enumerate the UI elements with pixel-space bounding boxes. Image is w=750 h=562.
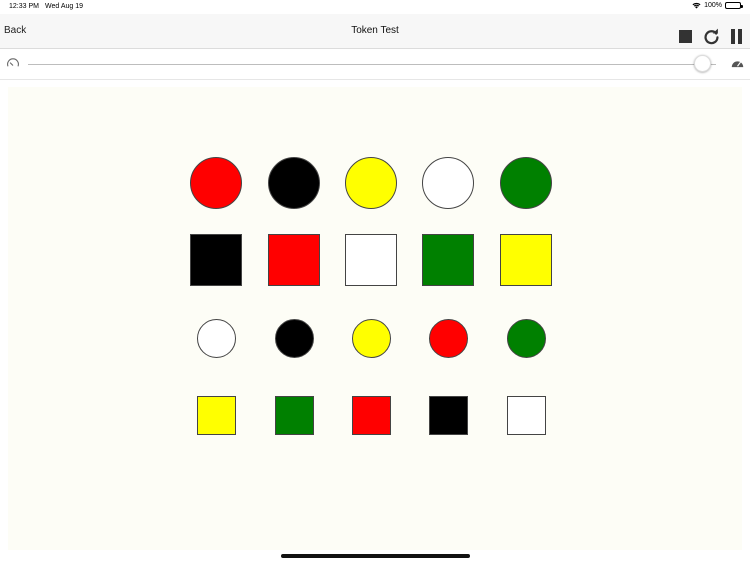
status-date: Wed Aug 19: [45, 3, 84, 10]
large-yellow-circle-token[interactable]: [345, 157, 397, 209]
small-white-square-token[interactable]: [506, 395, 546, 435]
status-time: 12:33 PM: [9, 3, 39, 10]
large-black-circle-token[interactable]: [268, 157, 320, 209]
slow-speedometer-icon: [7, 58, 19, 67]
stop-icon[interactable]: [679, 30, 692, 43]
speed-slider-track[interactable]: [28, 64, 716, 65]
small-yellow-square-token[interactable]: [196, 395, 236, 435]
large-red-circle-token[interactable]: [190, 157, 242, 209]
small-red-square-token[interactable]: [351, 395, 391, 435]
status-bar: 12:33 PM Wed Aug 19 100%: [0, 0, 750, 14]
small-green-square-token[interactable]: [274, 395, 314, 435]
token-board: [8, 87, 742, 550]
large-red-square-token[interactable]: [268, 234, 320, 286]
page-title: Token Test: [351, 25, 399, 36]
fast-speedometer-icon: [731, 61, 744, 68]
speed-slider-thumb[interactable]: [693, 55, 711, 72]
small-red-circle-token[interactable]: [428, 318, 468, 358]
large-green-circle-token[interactable]: [500, 157, 552, 209]
large-white-circle-token[interactable]: [422, 157, 474, 209]
small-white-circle-token[interactable]: [196, 318, 236, 358]
large-white-square-token[interactable]: [345, 234, 397, 286]
small-black-circle-token[interactable]: [274, 318, 314, 358]
pause-icon[interactable]: [731, 29, 742, 44]
large-green-square-token[interactable]: [422, 234, 474, 286]
battery-icon: [725, 2, 743, 9]
small-green-circle-token[interactable]: [506, 318, 546, 358]
reload-icon[interactable]: [703, 28, 720, 45]
navigation-bar: Back Token Test: [0, 14, 750, 49]
large-black-square-token[interactable]: [190, 234, 242, 286]
small-black-square-token[interactable]: [428, 395, 468, 435]
wifi-icon: [692, 2, 701, 9]
battery-percent: 100%: [704, 2, 722, 9]
status-right: 100%: [692, 2, 743, 9]
speed-slider-fill: [28, 64, 703, 65]
home-indicator: [281, 554, 470, 558]
large-yellow-square-token[interactable]: [500, 234, 552, 286]
small-yellow-circle-token[interactable]: [351, 318, 391, 358]
